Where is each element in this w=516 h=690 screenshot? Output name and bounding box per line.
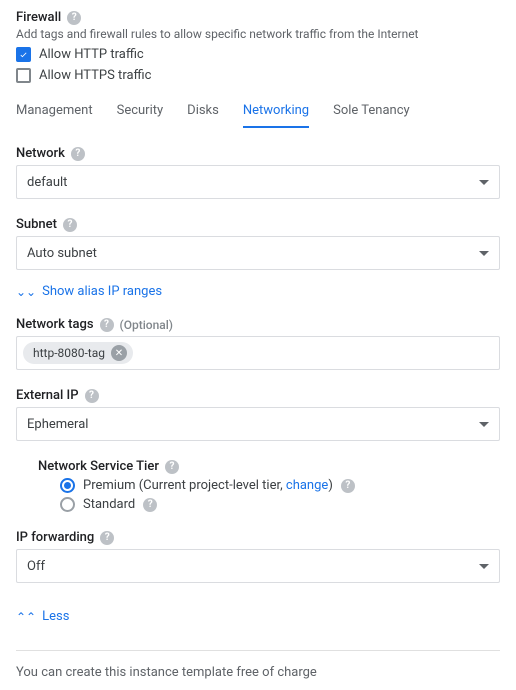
nst-premium-radio[interactable]: Premium (Current project-level tier, cha… (60, 478, 500, 493)
allow-https-label: Allow HTTPS traffic (39, 68, 151, 83)
network-tags-input[interactable]: http-8080-tag ✕ (16, 336, 500, 370)
ip-forwarding-label: IP forwarding (16, 530, 94, 545)
network-field: Network ? default (16, 146, 500, 199)
network-tags-label: Network tags (16, 317, 94, 332)
chevron-down-icon (479, 564, 489, 569)
network-dropdown[interactable]: default (16, 165, 500, 199)
network-tags-field: Network tags ? (Optional) http-8080-tag … (16, 317, 500, 370)
ip-forwarding-field: IP forwarding ? Off (16, 530, 500, 583)
tag-chip-label: http-8080-tag (33, 346, 105, 360)
close-icon[interactable]: ✕ (111, 345, 127, 361)
allow-https-checkbox[interactable]: Allow HTTPS traffic (16, 68, 500, 83)
tabs-bar: Management Security Disks Networking Sol… (16, 103, 500, 128)
checkbox-icon (16, 47, 31, 62)
allow-http-checkbox[interactable]: Allow HTTP traffic (16, 47, 500, 62)
help-icon[interactable]: ? (143, 498, 157, 512)
help-icon[interactable]: ? (165, 460, 179, 474)
footnote: You can create this instance template fr… (16, 665, 500, 680)
firewall-section: Firewall ? Add tags and firewall rules t… (16, 10, 500, 83)
external-ip-label: External IP (16, 388, 79, 403)
divider (16, 650, 500, 651)
help-icon[interactable]: ? (63, 218, 77, 232)
firewall-heading-text: Firewall (16, 10, 61, 25)
tag-chip: http-8080-tag ✕ (23, 342, 133, 364)
tab-disks[interactable]: Disks (187, 103, 219, 128)
external-ip-value: Ephemeral (27, 417, 88, 432)
show-alias-ip-toggle[interactable]: ⌄⌄ Show alias IP ranges (16, 284, 500, 299)
checkmark-icon (19, 50, 28, 59)
less-toggle[interactable]: ⌃⌃ Less (16, 609, 500, 624)
help-icon[interactable]: ? (100, 318, 114, 332)
chevron-down-icon (479, 251, 489, 256)
external-ip-field: External IP ? Ephemeral (16, 388, 500, 441)
subnet-field: Subnet ? Auto subnet (16, 217, 500, 270)
tab-management[interactable]: Management (16, 103, 93, 128)
less-toggle-label: Less (42, 609, 69, 624)
radio-icon (60, 497, 75, 512)
chevron-down-icon (479, 180, 489, 185)
help-icon[interactable]: ? (341, 479, 355, 493)
nst-standard-label: Standard (83, 497, 135, 512)
tab-sole-tenancy[interactable]: Sole Tenancy (333, 103, 410, 128)
firewall-description: Add tags and firewall rules to allow spe… (16, 27, 500, 41)
subnet-value: Auto subnet (27, 246, 97, 261)
allow-http-label: Allow HTTP traffic (39, 47, 144, 62)
expand-down-icon: ⌄⌄ (16, 286, 36, 298)
nst-label: Network Service Tier (38, 459, 159, 474)
tab-networking[interactable]: Networking (243, 103, 309, 128)
help-icon[interactable]: ? (71, 147, 85, 161)
help-icon[interactable]: ? (67, 11, 81, 25)
tab-security[interactable]: Security (117, 103, 164, 128)
network-value: default (27, 175, 67, 190)
ip-forwarding-value: Off (27, 559, 45, 574)
network-service-tier-field: Network Service Tier ? Premium (Current … (16, 459, 500, 512)
nst-premium-label: Premium (Current project-level tier, cha… (83, 478, 333, 493)
collapse-up-icon: ⌃⌃ (16, 611, 36, 623)
radio-icon (60, 478, 75, 493)
firewall-heading: Firewall ? (16, 10, 500, 25)
help-icon[interactable]: ? (100, 531, 114, 545)
help-icon[interactable]: ? (85, 389, 99, 403)
change-link[interactable]: change (286, 478, 328, 493)
subnet-dropdown[interactable]: Auto subnet (16, 236, 500, 270)
ip-forwarding-dropdown[interactable]: Off (16, 549, 500, 583)
external-ip-dropdown[interactable]: Ephemeral (16, 407, 500, 441)
chevron-down-icon (479, 422, 489, 427)
nst-standard-radio[interactable]: Standard ? (60, 497, 500, 512)
optional-hint: (Optional) (120, 318, 173, 332)
checkbox-icon (16, 68, 31, 83)
network-label: Network (16, 146, 65, 161)
alias-toggle-label: Show alias IP ranges (42, 284, 162, 299)
subnet-label: Subnet (16, 217, 57, 232)
